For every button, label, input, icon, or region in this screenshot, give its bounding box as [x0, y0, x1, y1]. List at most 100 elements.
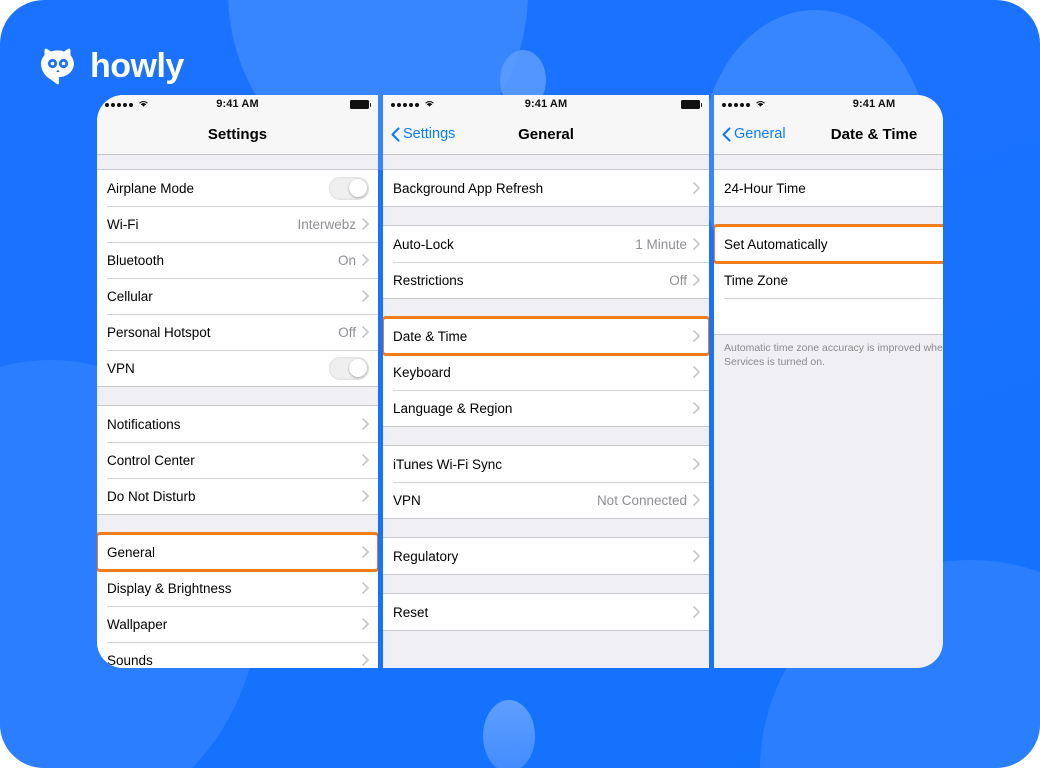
list-gap	[97, 387, 378, 405]
list-row[interactable]: General	[97, 532, 378, 572]
list-gap	[714, 207, 943, 225]
list-row[interactable]: Date & Time	[383, 316, 709, 356]
list-group: 24-Hour Time	[714, 169, 943, 207]
list-row[interactable]: Display & Brightness	[97, 570, 378, 606]
list-row[interactable]: Auto-Lock 1 Minute	[383, 226, 709, 262]
list-row[interactable]: Sounds	[97, 642, 378, 668]
nav-bar: Settings General	[383, 114, 709, 155]
nav-bar: Settings	[97, 114, 378, 155]
list-row[interactable]: iTunes Wi-Fi Sync	[383, 446, 709, 482]
list-row[interactable]: Wi-Fi Interwebz	[97, 206, 378, 242]
chevron-right-icon	[362, 582, 369, 594]
back-button[interactable]: Settings	[391, 126, 455, 142]
row-value: Off	[669, 272, 687, 288]
row-label: Date & Time	[393, 328, 468, 344]
list-row[interactable]: Language & Region	[383, 390, 709, 426]
row-label: Time Zone	[724, 272, 789, 288]
chevron-right-icon	[362, 546, 369, 558]
row-label: 24-Hour Time	[724, 180, 806, 196]
row-label: Do Not Disturb	[107, 488, 196, 504]
list-group: General Display & Brightness Wallpaper Soun…	[97, 532, 378, 668]
chevron-right-icon	[693, 402, 700, 414]
phone-screen-settings: 9:41 AM Settings Airplane Mode Wi-Fi Interwe…	[97, 95, 378, 668]
row-value: On	[337, 252, 356, 268]
list-row[interactable]: Keyboard	[383, 354, 709, 390]
list-row-date[interactable]: Mar 26, 2016	[714, 298, 943, 334]
list-row[interactable]: Airplane Mode	[97, 170, 378, 206]
list-row[interactable]: Cellular	[97, 278, 378, 314]
row-label: iTunes Wi-Fi Sync	[393, 456, 503, 472]
row-label: VPN	[107, 360, 135, 376]
row-value: Interwebz	[297, 216, 356, 232]
toggle-switch[interactable]	[329, 176, 369, 200]
chevron-right-icon	[362, 326, 369, 338]
list-group: Date & Time Keyboard Language & Region	[383, 316, 709, 427]
row-label: Cellular	[107, 288, 153, 304]
phone-screens-strip: 9:41 AM Settings Airplane Mode Wi-Fi Interwe…	[97, 95, 943, 668]
list-row[interactable]: VPN Not Connected	[383, 482, 709, 518]
row-label: Airplane Mode	[107, 180, 195, 196]
list-row[interactable]: VPN	[97, 350, 378, 386]
row-label: Reset	[393, 604, 429, 620]
back-button[interactable]: General	[722, 126, 786, 142]
row-label: Language & Region	[393, 400, 513, 416]
toggle-switch[interactable]	[329, 356, 369, 380]
list-gap	[97, 515, 378, 533]
list-gap	[714, 377, 943, 438]
list-gap	[383, 519, 709, 537]
phone-screen-general: 9:41 AM Settings General Background App Ref…	[383, 95, 709, 668]
row-label: Auto-Lock	[393, 236, 454, 252]
chevron-right-icon	[693, 458, 700, 470]
row-label: Wi-Fi	[107, 216, 139, 232]
status-time: 9:41 AM	[216, 98, 259, 110]
list-row[interactable]: Reset	[383, 594, 709, 630]
row-value: Off	[338, 324, 356, 340]
list-group: Notifications Control Center Do Not Distur…	[97, 405, 378, 515]
list-group: Reset	[383, 593, 709, 631]
list-row[interactable]: 24-Hour Time	[714, 170, 943, 206]
list-group: iTunes Wi-Fi Sync VPN Not Connected	[383, 445, 709, 519]
owl-mascot-icon	[36, 44, 80, 88]
list-row[interactable]: Time Zone	[714, 262, 943, 298]
list-row[interactable]: Bluetooth On	[97, 242, 378, 278]
list-group: Auto-Lock 1 Minute Restrictions Off	[383, 225, 709, 299]
row-label: Set Automatically	[724, 236, 828, 252]
row-value: Not Connected	[596, 492, 687, 508]
status-bar: 9:41 AM	[714, 95, 943, 114]
list-group: Set Automatically Time Zone Mar 26, 2016	[714, 224, 943, 335]
list-row[interactable]: Personal Hotspot Off	[97, 314, 378, 350]
status-bar: 9:41 AM	[383, 95, 709, 114]
row-label: Bluetooth	[107, 252, 165, 268]
row-label: Personal Hotspot	[107, 324, 211, 340]
list-group: Regulatory	[383, 537, 709, 575]
row-value: 1 Minute	[635, 236, 687, 252]
row-label: Keyboard	[393, 364, 451, 380]
row-label: General	[107, 544, 156, 560]
list-row[interactable]: Background App Refresh	[383, 170, 709, 206]
row-label: Background App Refresh	[393, 180, 544, 196]
promo-card: howly 9:41 AM Settings Airplane Mode Wi-Fi I…	[0, 0, 1040, 768]
list-gap	[383, 207, 709, 225]
list-row[interactable]: Wallpaper	[97, 606, 378, 642]
chevron-right-icon	[693, 238, 700, 250]
chevron-left-icon	[391, 126, 400, 142]
list-group: Airplane Mode Wi-Fi Interwebz Bluetooth On Ce…	[97, 169, 378, 387]
nav-bar: General Date & Time	[714, 114, 943, 155]
chevron-right-icon	[362, 490, 369, 502]
list-row[interactable]: Control Center	[97, 442, 378, 478]
list-row[interactable]: Notifications	[97, 406, 378, 442]
list-row[interactable]: Do Not Disturb	[97, 478, 378, 514]
row-label: Sounds	[107, 652, 153, 668]
back-button-label: General	[734, 126, 786, 142]
back-button-label: Settings	[403, 126, 456, 142]
list-row[interactable]: Restrictions Off	[383, 262, 709, 298]
settings-list: 24-Hour Time Set Automatically Time Zone Ma…	[714, 155, 943, 438]
list-row[interactable]: Regulatory	[383, 538, 709, 574]
chevron-right-icon	[362, 654, 369, 666]
list-row[interactable]: Set Automatically	[714, 224, 943, 264]
chevron-right-icon	[693, 366, 700, 378]
brand-wordmark: howly	[90, 47, 184, 85]
row-label: Wallpaper	[107, 616, 168, 632]
chevron-right-icon	[362, 454, 369, 466]
chevron-left-icon	[722, 126, 731, 142]
